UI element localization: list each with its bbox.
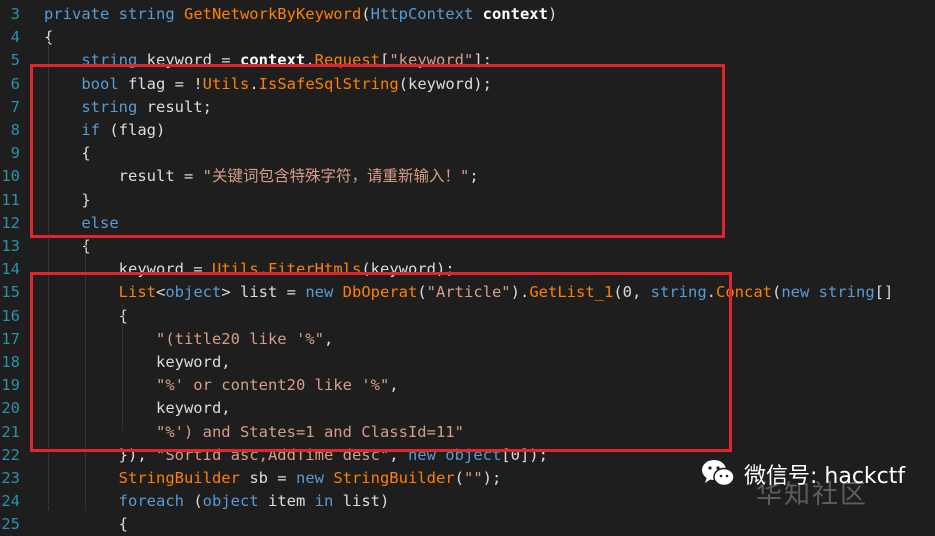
code-editor[interactable]: 3 private string GetNetworkByKeyword(Http… xyxy=(0,0,935,533)
line-number: 15 xyxy=(1,283,20,302)
line-number: 18 xyxy=(1,353,20,371)
line-number: 3 xyxy=(10,5,20,23)
line-number: 22 xyxy=(1,445,20,464)
line-number: 8 xyxy=(10,121,20,139)
line-number: 4 xyxy=(10,28,20,47)
watermark-text: 微信号: hackctf xyxy=(744,464,906,489)
code-text: StringBuilder sb = new StringBuilder("")… xyxy=(118,469,502,487)
code-line: 13 { xyxy=(0,235,935,258)
code-text: private string GetNetworkByKeyword(HttpC… xyxy=(44,5,558,23)
line-number: 5 xyxy=(10,51,20,70)
line-number: 7 xyxy=(10,97,20,116)
line-number: 10 xyxy=(1,167,20,186)
code-line: 3 private string GetNetworkByKeyword(Http… xyxy=(0,3,935,26)
line-number: 13 xyxy=(1,237,20,255)
line-number: 17 xyxy=(1,329,20,348)
code-text: { xyxy=(44,515,128,534)
watermark: 华知社区 微信号: hackctf xyxy=(700,446,930,510)
line-number: 19 xyxy=(1,376,20,395)
line-number: 9 xyxy=(10,144,20,163)
line-number: 12 xyxy=(1,213,20,232)
highlight-box-sql-query xyxy=(30,272,732,452)
line-number: 21 xyxy=(1,422,20,441)
code-line: 25 { xyxy=(0,513,935,536)
code-text: { xyxy=(44,237,91,255)
line-number: 6 xyxy=(10,74,20,93)
wechat-icon xyxy=(702,460,735,487)
code-line: 4{ xyxy=(0,26,935,49)
line-number: 20 xyxy=(1,399,20,418)
line-number: 16 xyxy=(1,306,20,325)
line-number: 14 xyxy=(1,260,20,279)
line-number: 11 xyxy=(1,190,20,209)
line-number: 25 xyxy=(1,515,20,534)
highlight-box-sql-check xyxy=(30,64,725,238)
line-number: 23 xyxy=(1,469,20,487)
